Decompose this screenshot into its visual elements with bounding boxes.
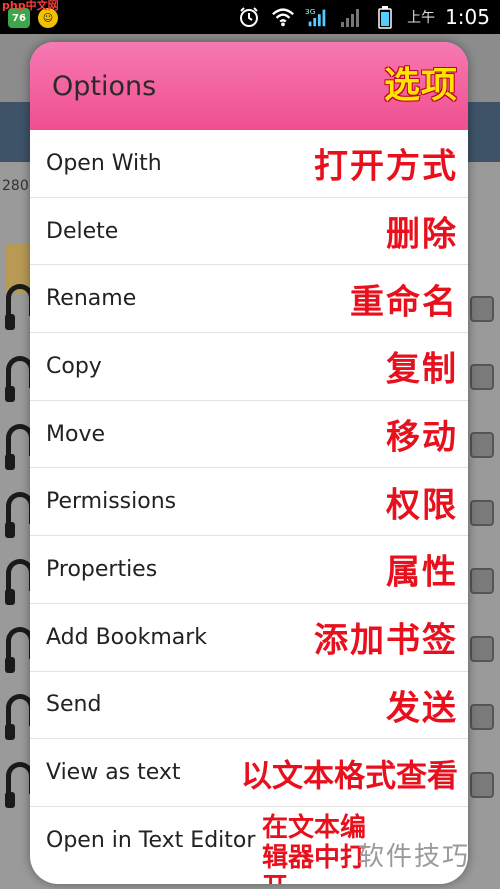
menu-item-annotation: 移动 [386, 417, 458, 458]
menu-item-label: View as text [46, 760, 181, 786]
menu-item-label: Delete [46, 218, 119, 244]
wifi-icon [271, 5, 295, 29]
menu-item-annotation: 复制 [386, 349, 458, 390]
menu-item-annotation: 属性 [386, 552, 458, 593]
time-prefix: 上午 [407, 10, 436, 26]
menu-item-annotation: 在文本编辑器中打开 [262, 812, 367, 884]
checkbox [470, 296, 494, 322]
menu-item-send[interactable]: Send 发送 [30, 672, 468, 740]
menu-item-label: Open With [46, 150, 162, 176]
checkbox [470, 568, 494, 594]
3g-signal-icon: 3G [305, 5, 329, 29]
menu-item-label: Send [46, 692, 102, 718]
menu-item-label: Copy [46, 353, 102, 379]
checkbox [470, 772, 494, 798]
checkbox [470, 636, 494, 662]
menu-item-delete[interactable]: Delete 删除 [30, 198, 468, 266]
menu-item-annotation: 以文本格式查看 [241, 758, 458, 795]
menu-item-move[interactable]: Move 移动 [30, 401, 468, 469]
menu-item-annotation: 发送 [386, 688, 458, 729]
menu-item-annotation: 打开方式 [314, 146, 458, 187]
checkbox [470, 432, 494, 458]
checkbox [470, 500, 494, 526]
menu-item-add-bookmark[interactable]: Add Bookmark 添加书签 [30, 604, 468, 672]
dialog-title-annotation: 选项 [383, 65, 458, 106]
background-item-count: 280 [2, 178, 29, 194]
menu-item-open-with[interactable]: Open With 打开方式 [30, 130, 468, 198]
checkbox [470, 704, 494, 730]
menu-item-view-as-text[interactable]: View as text 以文本格式查看 [30, 739, 468, 807]
dialog-header: Options 选项 [30, 42, 468, 130]
checkbox [470, 364, 494, 390]
menu-item-label: Add Bookmark [46, 624, 208, 650]
alarm-icon [237, 5, 261, 29]
menu-item-properties[interactable]: Properties 属性 [30, 536, 468, 604]
watermark-top: php中文网 [2, 0, 59, 12]
battery-icon [373, 5, 397, 29]
clock-time: 1:05 [445, 5, 490, 29]
menu-item-label: Open in Text Editor [46, 828, 256, 854]
menu-item-label: Move [46, 421, 105, 447]
dialog-title: Options [52, 70, 157, 102]
options-dialog: Options 选项 Open With 打开方式 Delete 删除 Rena… [30, 42, 468, 884]
menu-item-copy[interactable]: Copy 复制 [30, 333, 468, 401]
menu-item-permissions[interactable]: Permissions 权限 [30, 468, 468, 537]
menu-item-label: Rename [46, 286, 137, 312]
menu-item-label: Properties [46, 556, 158, 582]
menu-item-annotation: 权限 [386, 485, 458, 526]
signal-icon [339, 5, 363, 29]
menu-item-annotation: 删除 [386, 214, 458, 255]
menu-item-label: Permissions [46, 489, 177, 515]
status-icons: 3G 上午 1:05 [237, 4, 490, 30]
options-menu: Open With 打开方式 Delete 删除 Rename 重命名 Copy… [30, 130, 468, 884]
status-bar: 76 ☺ 3G 上午 1:05 [0, 0, 500, 34]
menu-item-annotation: 重命名 [350, 282, 458, 323]
menu-item-annotation: 添加书签 [314, 620, 458, 661]
menu-item-rename[interactable]: Rename 重命名 [30, 265, 468, 334]
svg-text:3G: 3G [305, 7, 316, 16]
watermark-bottom: 软件技巧 [358, 842, 471, 872]
